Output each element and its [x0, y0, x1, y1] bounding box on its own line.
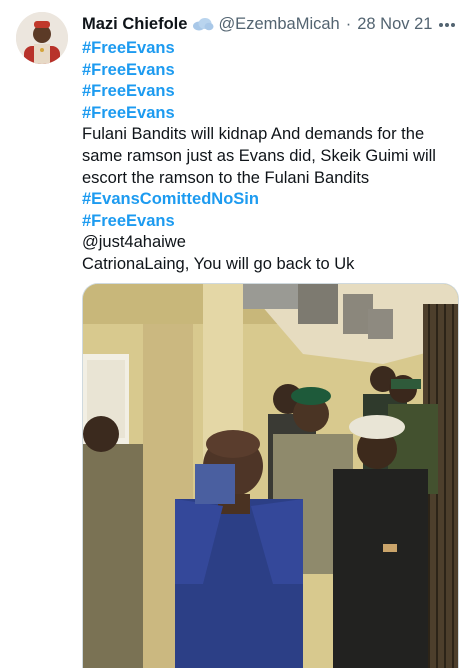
tweet-date[interactable]: 28 Nov 21 — [357, 15, 432, 34]
separator-dot: · — [345, 14, 352, 33]
cloud-icon — [192, 17, 214, 31]
tweet-text-line: CatrionaLaing, You will go back to Uk — [82, 254, 355, 273]
hashtag-link[interactable]: #EvansComittedNoSin — [82, 189, 466, 211]
tweet-photo[interactable] — [82, 283, 459, 668]
tweet-text-line: Fulani Bandits will kidnap And demands f… — [82, 125, 425, 144]
avatar-photo — [16, 12, 68, 64]
author-handle[interactable]: @EzembaMicah — [218, 15, 339, 34]
photo-corridor — [83, 284, 458, 668]
hashtag-link[interactable]: #FreeEvans — [82, 81, 466, 103]
tweet-text-line: escort the ramson to the Fulani Bandits — [82, 168, 370, 187]
more-options-icon[interactable] — [438, 14, 460, 32]
hashtag-link[interactable]: #FreeEvans — [82, 38, 466, 60]
tweet-header: Mazi Chiefole @EzembaMicah · 28 Nov 21 — [82, 12, 432, 36]
hashtag-link[interactable]: #FreeEvans — [82, 60, 466, 82]
hashtag-link[interactable]: #FreeEvans — [82, 211, 466, 233]
hashtag-link[interactable]: #FreeEvans — [82, 103, 466, 125]
avatar[interactable] — [16, 12, 68, 64]
mention-link[interactable]: @just4ahaiwe — [82, 232, 466, 254]
tweet-text-line: same ramson just as Evans did, Skeik Gui… — [82, 146, 436, 165]
author-name[interactable]: Mazi Chiefole — [82, 15, 187, 34]
tweet-text: #FreeEvans #FreeEvans #FreeEvans #FreeEv… — [82, 38, 466, 276]
